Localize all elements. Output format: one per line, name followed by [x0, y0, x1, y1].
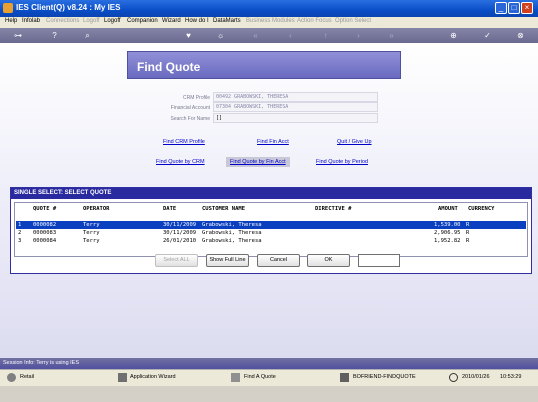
col-directive[interactable]: DIRECTIVE #: [315, 206, 351, 212]
quote-number: 0000083: [33, 230, 57, 236]
currency: R: [466, 238, 470, 244]
col-date[interactable]: DATE: [163, 206, 176, 212]
col-quote[interactable]: QUOTE #: [33, 206, 56, 212]
show-full-line-button[interactable]: Show Full Line: [206, 254, 249, 267]
financial-account-label: Financial Account: [170, 105, 210, 111]
title-bar: IES Client(Q) v8.24 : My IES _ □ ×: [0, 0, 538, 17]
page-title: Find Quote: [137, 60, 201, 74]
menu-logoff-disabled: Logoff: [83, 18, 100, 24]
table-row[interactable]: 2 0000083 Terry 30/11/2009 Grabowski, Th…: [16, 229, 526, 237]
forward-icon[interactable]: ›: [353, 30, 364, 41]
col-operator[interactable]: OPERATOR: [83, 206, 110, 212]
status-find-a-quote: Find A Quote: [244, 374, 276, 380]
wizard-icon: [118, 373, 127, 382]
maximize-button[interactable]: □: [508, 2, 520, 14]
customer-name: Grabowski, Theresa: [202, 230, 262, 236]
status-form: BOFRIEND-FINDQUOTE: [353, 374, 416, 380]
col-currency[interactable]: CURRENCY: [468, 206, 495, 212]
menu-option-select: Option Select: [335, 18, 372, 24]
find-quote-icon: [231, 373, 240, 382]
status-retail: Retail: [20, 374, 35, 380]
operator: Terry: [83, 238, 100, 244]
app-icon: [3, 3, 13, 13]
quote-number: 0000084: [33, 238, 57, 244]
clock-icon: [449, 373, 458, 382]
col-amount[interactable]: AMOUNT: [438, 206, 458, 212]
operator: Terry: [83, 230, 100, 236]
close-icon[interactable]: ⊗: [515, 30, 526, 41]
menu-companion[interactable]: Companion: [127, 18, 158, 24]
fast-forward-icon[interactable]: »: [386, 30, 397, 41]
status-application-wizard: Application Wizard: [130, 374, 176, 380]
amount: 2,906.95: [434, 230, 461, 236]
search-for-name-field[interactable]: []: [213, 113, 378, 123]
select-all-button[interactable]: Select ALL: [155, 254, 198, 267]
menu-action-focus: Action Focus: [297, 18, 332, 24]
find-quote-by-fin-acct-link[interactable]: Find Quote by Fin Acct: [226, 157, 290, 167]
row-number: 3: [18, 238, 22, 244]
date: 30/11/2009: [163, 230, 197, 236]
menu-wizard[interactable]: Wizard: [162, 18, 181, 24]
menu-logoff[interactable]: Logoff: [104, 18, 121, 24]
add-icon[interactable]: ⊕: [448, 30, 459, 41]
menu-how-do-i[interactable]: How do I: [185, 18, 209, 24]
row-number: 2: [18, 230, 22, 236]
menu-connections: Connections: [46, 18, 80, 24]
heart-icon[interactable]: ♥: [183, 30, 194, 41]
menu-business-modules: Business Modules: [246, 18, 295, 24]
up-icon[interactable]: ↑: [320, 30, 331, 41]
menu-infolab[interactable]: Infolab: [22, 18, 40, 24]
quote-grid: QUOTE # OPERATOR DATE CUSTOMER NAME DIRE…: [14, 202, 528, 257]
menu-help[interactable]: Help: [5, 18, 17, 24]
customer-name: Grabowski, Theresa: [202, 222, 262, 228]
retail-icon: [7, 373, 16, 382]
page-banner: Find Quote: [127, 51, 401, 79]
status-time: 10:53:29: [500, 374, 522, 380]
col-customer-name[interactable]: CUSTOMER NAME: [202, 206, 245, 212]
window-bottom: [0, 386, 538, 402]
session-info: Session Info: Terry is using IES: [0, 358, 538, 369]
table-row[interactable]: 3 0000084 Terry 26/01/2010 Grabowski, Th…: [16, 237, 526, 245]
quit-link[interactable]: Quit / Give Up: [337, 139, 372, 145]
financial-account-field[interactable]: 07304 GRABOWSKI, THERESA: [213, 102, 378, 112]
status-bar: Retail Application Wizard Find A Quote B…: [0, 369, 538, 386]
help-icon[interactable]: ?: [49, 30, 60, 41]
find-quote-by-period-link[interactable]: Find Quote by Period: [316, 159, 368, 165]
crm-profile-label: CRM Profile: [183, 95, 210, 101]
customer-name: Grabowski, Theresa: [202, 238, 262, 244]
gear-icon[interactable]: ☼: [215, 30, 226, 41]
crm-profile-field[interactable]: 00492 GRABOWSKI, THERESA: [213, 92, 378, 102]
ok-button[interactable]: OK: [307, 254, 350, 267]
operator: Terry: [83, 222, 100, 228]
rewind-icon[interactable]: «: [250, 30, 261, 41]
currency: R: [466, 222, 470, 228]
form-icon: [340, 373, 349, 382]
quick-select-input[interactable]: [358, 254, 400, 267]
amount: 1,539.00: [434, 222, 461, 228]
toolbar: ⊶ ? ⌕ ♥ ☼ « ‹ ↑ › » ⊕ ✓ ⊗: [0, 28, 538, 43]
quote-number: 0000082: [33, 222, 57, 228]
find-crm-profile-link[interactable]: Find CRM Profile: [163, 139, 205, 145]
find-quote-by-crm-link[interactable]: Find Quote by CRM: [156, 159, 205, 165]
panel-title: SINGLE SELECT: SELECT QUOTE: [11, 188, 531, 199]
amount: 1,952.82: [434, 238, 461, 244]
table-row[interactable]: 1 0000082 Terry 30/11/2009 Grabowski, Th…: [16, 221, 526, 229]
key-icon[interactable]: ⊶: [8, 30, 28, 41]
find-fin-acct-link[interactable]: Find Fin Acct: [257, 139, 289, 145]
check-icon[interactable]: ✓: [482, 30, 493, 41]
menu-bar: Help Infolab Connections Logoff Logoff C…: [0, 17, 538, 28]
search-for-name-label: Search For Name: [170, 116, 210, 122]
search-icon[interactable]: ⌕: [82, 30, 93, 41]
cancel-button[interactable]: Cancel: [257, 254, 300, 267]
row-number: 1: [18, 222, 22, 228]
menu-datamarts[interactable]: DataMarts: [213, 18, 241, 24]
window-title: IES Client(Q) v8.24 : My IES: [16, 3, 121, 12]
close-button[interactable]: ×: [521, 2, 533, 14]
date: 26/01/2010: [163, 238, 197, 244]
minimize-button[interactable]: _: [495, 2, 507, 14]
date: 30/11/2009: [163, 222, 197, 228]
back-icon[interactable]: ‹: [285, 30, 296, 41]
status-date: 2010/01/26: [462, 374, 490, 380]
currency: R: [466, 230, 470, 236]
